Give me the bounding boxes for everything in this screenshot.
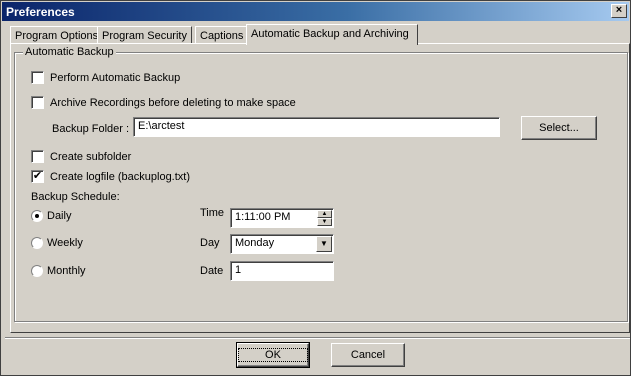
schedule-monthly-option[interactable]: Monthly — [31, 265, 86, 277]
close-icon[interactable]: × — [611, 4, 627, 18]
day-label: Day — [200, 237, 220, 249]
create-logfile-option[interactable]: ✔ Create logfile (backuplog.txt) — [31, 170, 190, 183]
weekly-label: Weekly — [47, 237, 83, 249]
title-bar[interactable]: Preferences × — [2, 2, 629, 21]
day-value: Monday — [235, 237, 275, 249]
spin-up-icon[interactable]: ▲ — [317, 210, 332, 218]
time-label: Time — [200, 207, 225, 219]
spin-down-icon[interactable]: ▼ — [317, 218, 332, 226]
create-subfolder-checkbox[interactable] — [31, 150, 44, 163]
archive-recordings-checkbox[interactable] — [31, 96, 44, 109]
time-input[interactable]: 1:11:00 PM ▲ ▼ — [230, 208, 334, 228]
archive-recordings-label: Archive Recordings before deleting to ma… — [50, 96, 296, 109]
perform-backup-option[interactable]: Perform Automatic Backup — [31, 71, 180, 84]
perform-backup-checkbox[interactable] — [31, 71, 44, 84]
time-spinner[interactable]: ▲ ▼ — [317, 210, 332, 226]
backup-folder-input[interactable]: E:\arctest — [133, 117, 500, 137]
date-label: Date — [200, 265, 224, 277]
day-select[interactable]: Monday ▼ — [230, 234, 334, 254]
weekly-radio[interactable] — [31, 237, 43, 249]
select-folder-button[interactable]: Select... — [521, 116, 597, 140]
daily-label: Daily — [47, 210, 72, 222]
create-subfolder-label: Create subfolder — [50, 150, 132, 163]
tab-automatic-backup[interactable]: Automatic Backup and Archiving — [246, 24, 418, 45]
radio-selected-dot — [35, 214, 39, 218]
perform-backup-label: Perform Automatic Backup — [50, 71, 181, 84]
schedule-weekly-option[interactable]: Weekly — [31, 237, 83, 249]
monthly-label: Monthly — [47, 265, 86, 277]
backup-folder-label: Backup Folder : — [52, 123, 130, 135]
preferences-window: Preferences × Program Options Program Se… — [0, 0, 631, 376]
archive-recordings-option[interactable]: Archive Recordings before deleting to ma… — [31, 96, 296, 109]
automatic-backup-group: Automatic Backup Perform Automatic Backu… — [14, 46, 628, 322]
create-logfile-checkbox[interactable]: ✔ — [31, 170, 44, 183]
chevron-down-icon[interactable]: ▼ — [316, 236, 332, 252]
ok-button-label: OK — [238, 348, 308, 362]
date-input[interactable]: 1 — [230, 261, 334, 281]
cancel-button[interactable]: Cancel — [331, 343, 405, 367]
create-subfolder-option[interactable]: Create subfolder — [31, 150, 131, 163]
create-logfile-label: Create logfile (backuplog.txt) — [50, 170, 191, 183]
footer-separator — [5, 337, 630, 339]
backup-schedule-label: Backup Schedule: — [31, 191, 120, 203]
time-value: 1:11:00 PM — [235, 211, 291, 223]
daily-radio[interactable] — [31, 210, 43, 222]
group-title: Automatic Backup — [23, 46, 116, 58]
monthly-radio[interactable] — [31, 265, 43, 277]
ok-button[interactable]: OK — [236, 342, 310, 368]
window-title: Preferences — [6, 5, 75, 19]
tab-panel: Automatic Backup Perform Automatic Backu… — [10, 43, 630, 333]
schedule-daily-option[interactable]: Daily — [31, 210, 71, 222]
